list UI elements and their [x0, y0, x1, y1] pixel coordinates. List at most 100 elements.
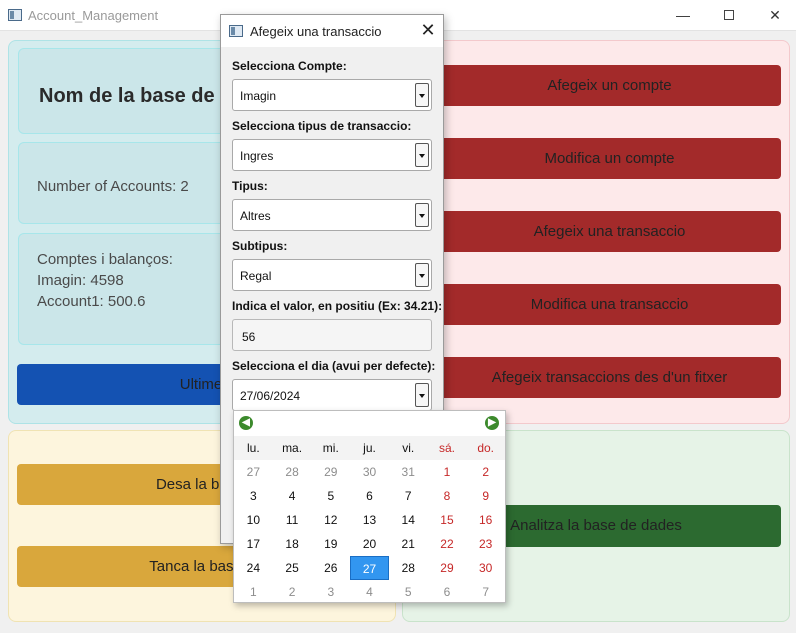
weekday-label: vi. [402, 441, 415, 455]
calendar-day[interactable]: 6 [350, 484, 389, 508]
dialog-titlebar: Afegeix una transaccio ✕ [221, 15, 443, 47]
transaction-type-select[interactable]: Ingres [232, 139, 432, 171]
dropdown-arrow-icon[interactable] [415, 83, 429, 107]
calendar-day[interactable]: 7 [389, 484, 428, 508]
calendar-day[interactable]: 4 [273, 484, 312, 508]
value-input[interactable]: 56 [232, 319, 432, 351]
calendar-day[interactable]: 16 [466, 508, 505, 532]
weekday-label: sá. [438, 441, 455, 455]
weekday-label: mi. [322, 441, 339, 455]
calendar-day[interactable]: 10 [234, 508, 273, 532]
dialog-window-icon [229, 25, 243, 37]
add-transaction-button[interactable]: Afegeix una transaccio [438, 211, 781, 252]
transaction-type-label: Selecciona tipus de transaccio: [232, 119, 412, 133]
calendar-day[interactable]: 23 [466, 532, 505, 556]
calendar-day[interactable]: 29 [428, 556, 467, 580]
dialog-title: Afegeix una transaccio [250, 24, 382, 39]
number-of-accounts-label: Number of Accounts: 2 [37, 178, 189, 195]
calendar-day[interactable]: 13 [350, 508, 389, 532]
add-account-button[interactable]: Afegeix un compte [438, 65, 781, 106]
calendar-day[interactable]: 22 [428, 532, 467, 556]
dropdown-arrow-icon[interactable] [415, 383, 429, 407]
calendar-day[interactable]: 2 [466, 460, 505, 484]
account-select-label: Selecciona Compte: [232, 59, 347, 73]
date-picker-calendar: ◀ junio 2024 ▶ lu. ma. mi. ju. vi. sá. do. 27 2… [233, 410, 506, 603]
calendar-week-row: 10 11 12 13 14 15 16 [234, 508, 505, 532]
maximize-button[interactable] [706, 0, 752, 31]
calendar-day[interactable]: 28 [273, 460, 312, 484]
calendar-day[interactable]: 1 [234, 580, 273, 604]
balances-heading: Comptes i balanços: [37, 251, 173, 268]
account-select[interactable]: Imagin [232, 79, 432, 111]
value-label: Indica el valor, en positiu (Ex: 34.21): [232, 299, 443, 313]
calendar-day[interactable]: 4 [350, 580, 389, 604]
calendar-day[interactable]: 21 [389, 532, 428, 556]
calendar-day[interactable]: 5 [311, 484, 350, 508]
previous-month-icon[interactable]: ◀ [239, 416, 253, 430]
minimize-button[interactable]: — [660, 0, 706, 31]
calendar-day[interactable]: 15 [428, 508, 467, 532]
date-label: Selecciona el dia (avui per defecte): [232, 359, 436, 373]
calendar-day[interactable]: 30 [350, 460, 389, 484]
calendar-week-row: 24 25 26 27 28 29 30 [234, 556, 505, 580]
calendar-weekday-header: lu. ma. mi. ju. vi. sá. do. [234, 436, 505, 460]
calendar-day[interactable]: 31 [389, 460, 428, 484]
modify-transaction-button[interactable]: Modifica una transaccio [438, 284, 781, 325]
calendar-day[interactable]: 26 [311, 556, 350, 580]
window-title: Account_Management [28, 8, 159, 23]
calendar-day[interactable]: 7 [466, 580, 505, 604]
dropdown-arrow-icon[interactable] [415, 143, 429, 167]
dropdown-arrow-icon[interactable] [415, 203, 429, 227]
calendar-day[interactable]: 9 [466, 484, 505, 508]
subtype-value: Regal [240, 269, 272, 283]
calendar-day[interactable]: 29 [311, 460, 350, 484]
calendar-day[interactable]: 6 [428, 580, 467, 604]
calendar-week-row: 17 18 19 20 21 22 23 [234, 532, 505, 556]
calendar-day[interactable]: 5 [389, 580, 428, 604]
calendar-day[interactable]: 1 [428, 460, 467, 484]
close-window-button[interactable]: ✕ [752, 0, 796, 31]
type-value: Altres [240, 209, 271, 223]
calendar-week-row: 1234567 [234, 580, 505, 604]
dropdown-arrow-icon[interactable] [415, 263, 429, 287]
calendar-day[interactable]: 8 [428, 484, 467, 508]
calendar-day[interactable]: 19 [311, 532, 350, 556]
date-select[interactable]: 27/06/2024 [232, 379, 432, 411]
weekday-label: lu. [247, 441, 260, 455]
weekday-label: ju. [363, 441, 376, 455]
app-window-icon [8, 9, 22, 21]
calendar-day[interactable]: 2 [273, 580, 312, 604]
subtype-select[interactable]: Regal [232, 259, 432, 291]
calendar-day[interactable]: 11 [273, 508, 312, 532]
subtype-label: Subtipus: [232, 239, 288, 253]
calendar-day[interactable]: 24 [234, 556, 273, 580]
date-value: 27/06/2024 [240, 389, 301, 403]
import-transactions-button[interactable]: Afegeix transaccions des d'un fitxer [438, 357, 781, 398]
account-select-value: Imagin [240, 89, 277, 103]
calendar-day[interactable]: 20 [350, 532, 389, 556]
calendar-month[interactable]: junio [333, 417, 362, 431]
calendar-day[interactable]: 3 [311, 580, 350, 604]
value-input-text: 56 [242, 330, 256, 344]
balance-account1: Account1: 500.6 [37, 293, 146, 310]
calendar-day[interactable]: 12 [311, 508, 350, 532]
weekday-label: do. [477, 441, 495, 455]
calendar-day[interactable]: 14 [389, 508, 428, 532]
calendar-day[interactable]: 30 [466, 556, 505, 580]
calendar-year[interactable]: 2024 [377, 417, 404, 431]
calendar-day[interactable]: 27 [234, 460, 273, 484]
database-name-label: Nom de la base de [39, 85, 215, 107]
weekday-label: ma. [282, 441, 303, 455]
calendar-day[interactable]: 3 [234, 484, 273, 508]
calendar-day[interactable]: 28 [389, 556, 428, 580]
type-label: Tipus: [232, 179, 268, 193]
calendar-day[interactable]: 17 [234, 532, 273, 556]
calendar-day[interactable]: 25 [273, 556, 312, 580]
dialog-close-button[interactable]: ✕ [417, 19, 439, 41]
calendar-nav: ◀ junio 2024 ▶ [234, 411, 505, 436]
modify-account-button[interactable]: Modifica un compte [438, 138, 781, 179]
calendar-day[interactable]: 27 [350, 556, 389, 580]
type-select[interactable]: Altres [232, 199, 432, 231]
next-month-icon[interactable]: ▶ [485, 416, 499, 430]
calendar-day[interactable]: 18 [273, 532, 312, 556]
